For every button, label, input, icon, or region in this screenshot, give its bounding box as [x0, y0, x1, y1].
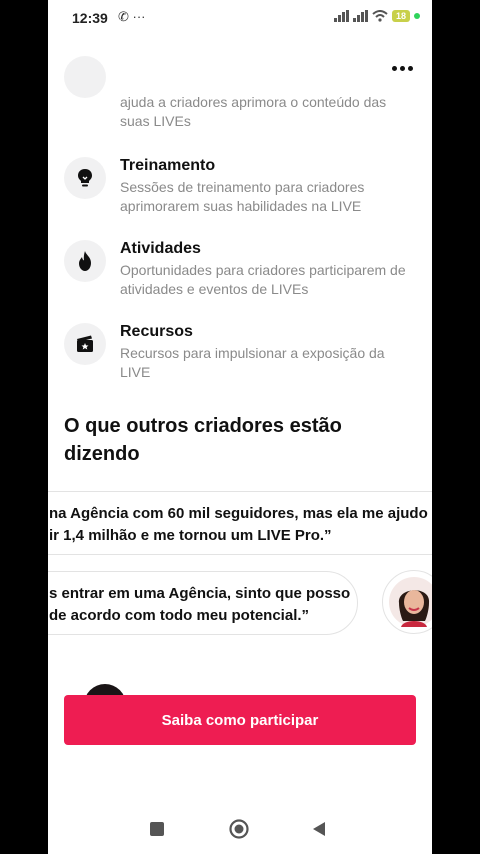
system-back-button[interactable] [312, 821, 326, 842]
feature-title: Recursos [120, 323, 193, 340]
quote-line: s entrar em uma Agência, sinto que posso [49, 585, 351, 602]
section-title: O que outros criadores estão dizendo [64, 415, 342, 465]
feature-description: Sessões de treinamento para criadores ap… [120, 179, 365, 214]
notification-icons: ✆ ··· [118, 9, 146, 24]
partial-icon [64, 56, 106, 98]
feature-title: Atividades [120, 240, 201, 257]
feature-title: Treinamento [120, 157, 216, 174]
testimonial-card-1[interactable]: s entrar em uma Agência, sinto que posso… [48, 571, 358, 635]
status-right: 18 [333, 10, 420, 22]
flame-icon [64, 240, 106, 282]
system-navigation-bar [48, 800, 432, 854]
join-button[interactable]: Saiba como participar [64, 695, 416, 745]
feature-item-atividades: Atividades Oportunidades para criadores … [64, 240, 416, 300]
feature-item-treinamento: Treinamento Sessões de treinamento para … [64, 157, 416, 217]
clapperboard-star-icon [64, 323, 106, 365]
status-bar: 12:39 ✆ ··· 18 [48, 0, 432, 36]
quote-line: na Agência com 60 mil seguidores, mas el… [49, 505, 428, 522]
feature-item-recursos: Recursos Recursos para impulsionar a exp… [64, 323, 416, 383]
circle-icon [229, 819, 249, 839]
signal-icon-2 [352, 10, 368, 22]
screen: 12:39 ✆ ··· 18 ajuda a criadores aprimor… [48, 0, 432, 854]
wifi-icon [372, 10, 388, 22]
dot [399, 65, 405, 71]
feature-description: ajuda a criadores aprimora o conteúdo da… [120, 94, 387, 129]
battery-indicator: 18 [391, 10, 410, 22]
green-dot-icon [414, 13, 420, 19]
status-time: 12:39 [72, 10, 108, 26]
feature-description: Oportunidades para criadores participare… [120, 262, 406, 297]
feature-description: Recursos para impulsionar a exposição da… [120, 345, 385, 380]
feature-item-0: ajuda a criadores aprimora o conteúdo da… [64, 56, 416, 130]
testimonial-card-0[interactable]: na Agência com 60 mil seguidores, mas el… [48, 491, 432, 555]
triangle-left-icon [313, 822, 325, 836]
recent-apps-button[interactable] [150, 822, 164, 841]
dot [391, 65, 397, 71]
quote-line: ir 1,4 milhão e me tornou um LIVE Pro.” [49, 527, 332, 544]
creator-portrait [389, 577, 432, 627]
dot [407, 65, 413, 71]
square-icon [150, 822, 164, 836]
lightbulb-icon [64, 157, 106, 199]
signal-icon [333, 10, 349, 22]
more-options-button[interactable] [388, 56, 416, 80]
home-button[interactable] [229, 819, 249, 844]
quote-line: de acordo com todo meu potencial.” [49, 607, 310, 624]
creator-avatar[interactable] [382, 570, 432, 634]
